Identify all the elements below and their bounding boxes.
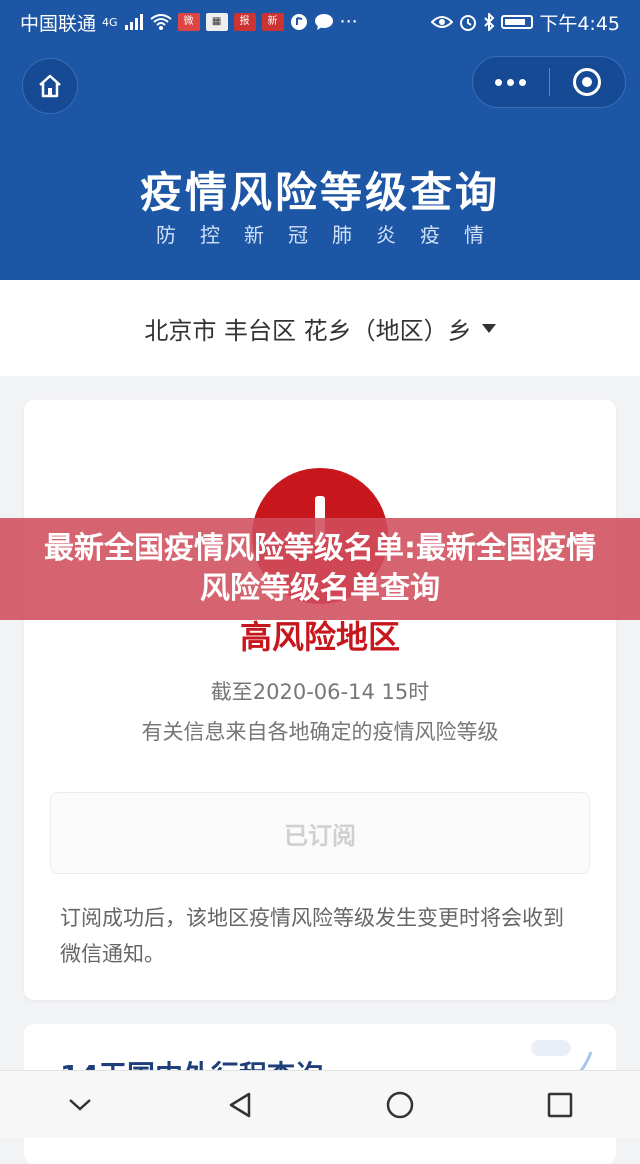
banner-text: 最新全国疫情风险等级名单:最新全国疫情风险等级名单查询 [44, 531, 596, 606]
app-header: 疫情风险等级查询 防控新冠肺炎疫情 [0, 44, 640, 280]
music-icon [290, 14, 307, 30]
page-subtitle: 防控新冠肺炎疫情 [156, 223, 508, 247]
subscribe-tip: 订阅成功后，该地区疫情风险等级发生变更时将会收到微信通知。 [60, 906, 564, 966]
subscribe-button[interactable]: 已订阅 [50, 792, 590, 874]
alarm-icon [460, 15, 477, 31]
status-bar: 中国联通 4G 微 ▦ 报 新 ··· 下午4:45 [0, 0, 640, 44]
caret-down-icon [481, 323, 496, 333]
chevron-down-icon [69, 1098, 91, 1111]
signal-icon [124, 14, 143, 30]
eye-icon [431, 16, 454, 28]
nav-collapse-button[interactable] [50, 1075, 110, 1135]
location-label: 北京市 丰台区 花乡（地区）乡 [144, 316, 472, 345]
home-button[interactable] [22, 58, 78, 114]
more-options-button[interactable] [473, 57, 549, 107]
nav-back-button[interactable] [210, 1075, 270, 1135]
news-app-icon: ▦ [205, 13, 228, 31]
home-circle-icon [386, 1091, 414, 1118]
bluetooth-icon [484, 13, 495, 31]
recents-square-icon [547, 1092, 573, 1117]
as-of-date: 截至2020-06-14 15时 [210, 680, 430, 704]
more-notifications-icon: ··· [339, 11, 358, 33]
more-dots-icon [495, 78, 527, 86]
wifi-icon [149, 14, 172, 30]
status-bar-left: 中国联通 4G 微 ▦ 报 新 ··· [20, 9, 358, 36]
status-bar-right: 下午4:45 [431, 9, 620, 36]
carrier-label: 中国联通 [20, 12, 97, 35]
article-title-banner: 最新全国疫情风险等级名单:最新全国疫情风险等级名单查询 [0, 518, 640, 620]
risk-result-card: 高风险地区 截至2020-06-14 15时 有关信息来自各地确定的疫情风险等级… [24, 400, 616, 1000]
close-target-icon [573, 68, 602, 96]
miniprogram-capsule [472, 56, 626, 108]
close-miniprogram-button[interactable] [550, 57, 626, 107]
system-nav-bar [0, 1070, 640, 1138]
clock-label: 下午4:45 [539, 12, 620, 35]
source-note: 有关信息来自各地确定的疫情风险等级 [141, 720, 499, 744]
nav-recents-button[interactable] [530, 1075, 590, 1135]
xinhua-app-icon: 新 [261, 13, 284, 31]
nav-home-button[interactable] [370, 1075, 430, 1135]
battery-icon [501, 15, 534, 29]
back-triangle-icon [229, 1092, 251, 1117]
home-icon [39, 74, 61, 98]
newspaper-app-icon: 报 [233, 13, 256, 31]
network-label: 4G [102, 15, 118, 29]
weibo-app-icon: 微 [177, 13, 200, 31]
chat-bubble-icon [314, 14, 333, 30]
location-selector[interactable]: 北京市 丰台区 花乡（地区）乡 [0, 280, 640, 376]
page-title: 疫情风险等级查询 [139, 168, 500, 217]
